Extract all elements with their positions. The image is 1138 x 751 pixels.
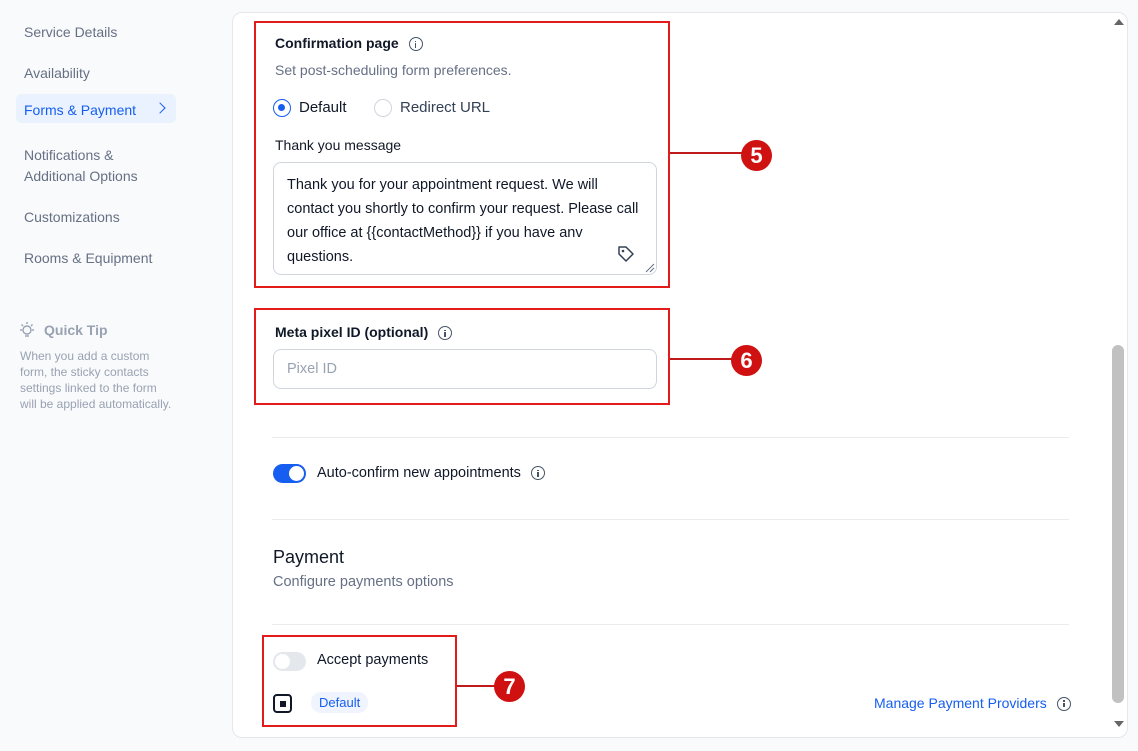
manage-payment-providers[interactable]: Manage Payment Providers: [874, 695, 1072, 713]
quick-tip-heading: Quick Tip: [18, 321, 108, 339]
sidebar-item-availability[interactable]: Availability: [16, 57, 176, 90]
payment-subtitle: Configure payments options: [273, 574, 454, 590]
divider: [272, 519, 1069, 520]
lightbulb-icon: [20, 322, 34, 337]
annotation-badge-5: 5: [741, 140, 772, 171]
annotation-badge-7: 7: [494, 671, 525, 702]
annotation-box-6: [254, 308, 670, 405]
scroll-up-arrow-icon[interactable]: [1114, 19, 1124, 25]
sidebar-item-label: Forms & Payment: [24, 102, 137, 118]
divider: [272, 437, 1069, 438]
annotation-badge-6: 6: [731, 345, 762, 376]
annotation-connector-7: [457, 685, 497, 687]
payment-title: Payment: [273, 547, 345, 567]
chevron-right-icon: [154, 102, 166, 114]
sidebar-item-customizations[interactable]: Customizations: [16, 201, 176, 234]
quick-tip-text: When you add a custom form, the sticky c…: [20, 349, 172, 411]
auto-confirm-label: Auto-confirm new appointments: [317, 465, 545, 481]
sidebar-item-service-details[interactable]: Service Details: [16, 16, 176, 49]
sidebar-item-rooms-equipment[interactable]: Rooms & Equipment: [16, 242, 176, 275]
scrollbar-thumb[interactable]: [1112, 345, 1124, 703]
auto-confirm-toggle[interactable]: [273, 464, 306, 483]
annotation-box-7: [262, 635, 457, 727]
annotation-box-5: [254, 21, 670, 288]
sidebar-item-forms-payment[interactable]: Forms & Payment: [16, 94, 176, 123]
annotation-connector-6: [670, 358, 732, 360]
info-icon[interactable]: [530, 466, 545, 481]
scroll-down-arrow-icon[interactable]: [1114, 721, 1124, 727]
annotation-connector-5: [670, 152, 742, 154]
sidebar-item-notifications[interactable]: Notifications & Additional Options: [16, 139, 176, 193]
info-icon[interactable]: [1057, 696, 1072, 711]
settings-sidebar: Service Details Availability Forms & Pay…: [0, 0, 222, 751]
quick-tip-title: Quick Tip: [44, 322, 108, 338]
divider: [272, 624, 1069, 625]
manage-payment-providers-link[interactable]: Manage Payment Providers: [874, 695, 1047, 711]
auto-confirm-label-text: Auto-confirm new appointments: [317, 465, 521, 481]
